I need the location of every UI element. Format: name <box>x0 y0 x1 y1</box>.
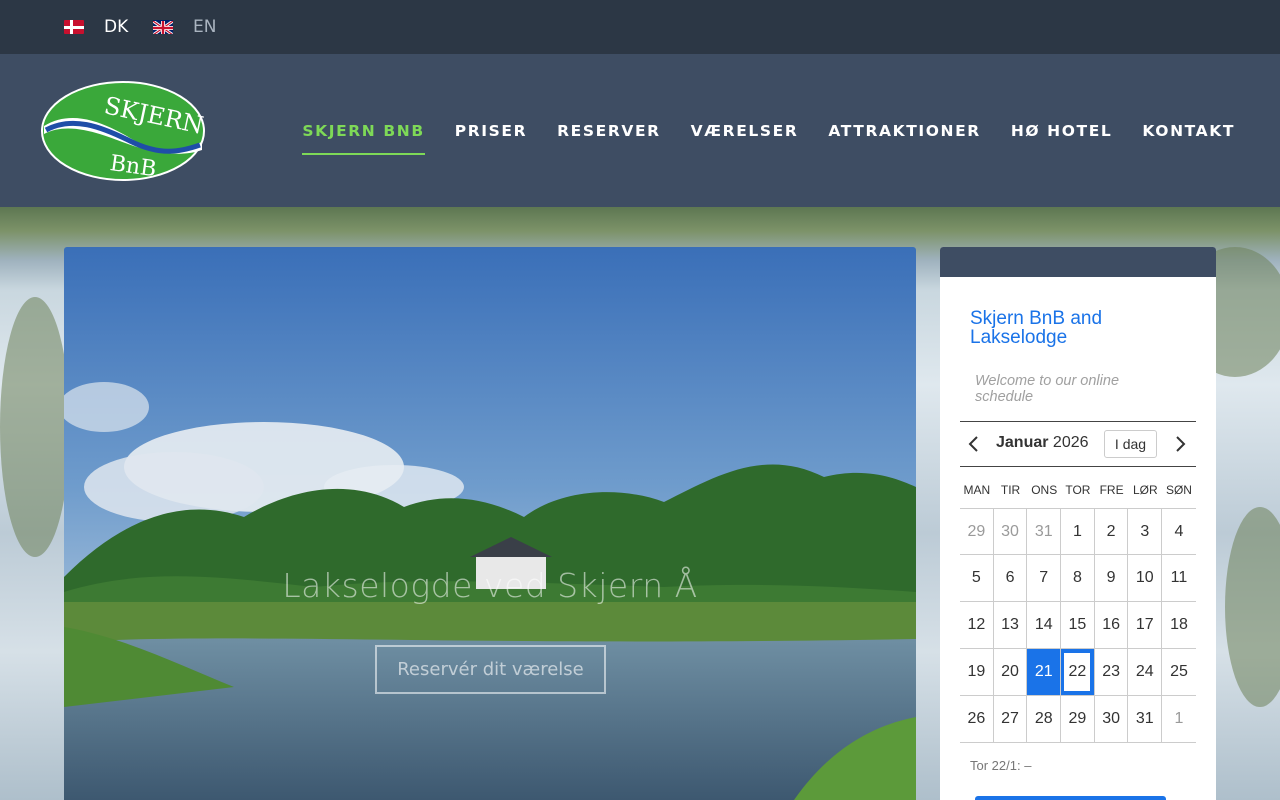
language-en-label: EN <box>193 17 217 37</box>
widget-title: Skjern BnB and Lakselodge <box>970 308 1103 348</box>
weekday-label: SØN <box>1165 483 1192 497</box>
calendar-day[interactable]: 24 <box>1128 649 1163 695</box>
nav-attraktioner[interactable]: ATTRAKTIONER <box>828 116 980 146</box>
calendar-day[interactable]: 27 <box>994 696 1028 742</box>
calendar-day[interactable]: 10 <box>1128 555 1163 601</box>
calendar-day[interactable]: 28 <box>1027 696 1062 742</box>
calendar-week-row: 19 20 21 22 23 24 25 <box>960 649 1196 696</box>
calendar-day[interactable]: 21 <box>1027 649 1062 695</box>
calendar-day[interactable]: 26 <box>960 696 994 742</box>
calendar-day[interactable]: 25 <box>1162 649 1196 695</box>
hero-image <box>64 247 916 800</box>
calendar-week-row: 5 6 7 8 9 10 11 <box>960 555 1196 602</box>
weekday-label: FRE <box>1099 483 1124 497</box>
weekday-label: LØR <box>1132 483 1158 497</box>
site-header: SKJERN BnB SKJERN BNB PRISER RESERVER VÆ… <box>0 54 1280 207</box>
nav-vaerelser[interactable]: VÆRELSER <box>691 116 799 146</box>
calendar-month: Januar <box>996 434 1049 451</box>
calendar-day[interactable]: 15 <box>1061 602 1095 648</box>
calendar-day[interactable]: 20 <box>994 649 1028 695</box>
calendar-day[interactable]: 29 <box>960 509 994 555</box>
calendar-day[interactable]: 5 <box>960 555 994 601</box>
calendar-week-row: 12 13 14 15 16 17 18 <box>960 602 1196 649</box>
nav-kontakt[interactable]: KONTAKT <box>1142 116 1235 146</box>
main-nav: SKJERN BNB PRISER RESERVER VÆRELSER ATTR… <box>272 54 1235 207</box>
calendar-grid: 29 30 31 1 2 3 4 5 6 7 8 9 10 11 12 13 14 15 16 17 18 19 20 21 2… <box>960 508 1196 743</box>
calendar-day[interactable]: 13 <box>994 602 1028 648</box>
reserve-room-button[interactable]: Reservér dit værelse <box>375 645 606 694</box>
booking-widget: Skjern BnB and Lakselodge Welcome to our… <box>940 247 1216 800</box>
calendar-day[interactable]: 8 <box>1061 555 1095 601</box>
widget-header-bar <box>940 247 1216 277</box>
calendar-day[interactable]: 29 <box>1061 696 1095 742</box>
calendar-weekdays: MAN TIR ONS TOR FRE LØR SØN <box>960 483 1196 497</box>
calendar-week-row: 26 27 28 29 30 31 1 <box>960 696 1196 743</box>
danish-flag-icon <box>64 20 84 34</box>
weekday-label: TOR <box>1065 483 1091 497</box>
calendar-month-year: Januar 2026 <box>996 434 1089 452</box>
nav-reserver[interactable]: RESERVER <box>557 116 661 146</box>
weekday-label: MAN <box>963 483 991 497</box>
calendar-day[interactable]: 23 <box>1095 649 1129 695</box>
calendar-day[interactable]: 3 <box>1128 509 1163 555</box>
calendar-day[interactable]: 6 <box>994 555 1028 601</box>
calendar-day[interactable]: 31 <box>1027 509 1062 555</box>
calendar-day[interactable]: 4 <box>1162 509 1196 555</box>
calendar-day[interactable]: 2 <box>1095 509 1129 555</box>
calendar-day[interactable]: 30 <box>1095 696 1129 742</box>
calendar-day[interactable]: 9 <box>1095 555 1129 601</box>
language-dk-label: DK <box>104 17 129 37</box>
calendar-day[interactable]: 19 <box>960 649 994 695</box>
calendar-day[interactable]: 18 <box>1162 602 1196 648</box>
nav-skjern-bnb[interactable]: SKJERN BNB <box>302 116 426 155</box>
calendar-day[interactable]: 14 <box>1027 602 1062 648</box>
calendar-day[interactable]: 11 <box>1162 555 1196 601</box>
calendar-day[interactable]: 7 <box>1027 555 1062 601</box>
hero-headline: Lakselogde ved Skjern Å <box>282 566 698 605</box>
calendar-year: 2026 <box>1052 434 1089 451</box>
site-logo[interactable]: SKJERN BnB <box>40 80 206 182</box>
weekday-label: ONS <box>1031 483 1058 497</box>
language-bar: DK EN <box>0 0 1280 54</box>
nav-hoe-hotel[interactable]: HØ HOTEL <box>1011 116 1113 146</box>
next-month-icon[interactable] <box>1170 434 1190 454</box>
weekday-label: TIR <box>1000 483 1021 497</box>
calendar-day[interactable]: 22 <box>1061 649 1095 695</box>
previous-month-icon[interactable] <box>964 434 984 454</box>
calendar-week-row: 29 30 31 1 2 3 4 <box>960 508 1196 555</box>
today-button[interactable]: I dag <box>1104 430 1157 458</box>
language-dk[interactable]: DK <box>64 0 128 54</box>
calendar-day[interactable]: 30 <box>994 509 1028 555</box>
nav-priser[interactable]: PRISER <box>455 116 527 146</box>
calendar-day[interactable]: 1 <box>1061 509 1095 555</box>
calendar-day[interactable]: 31 <box>1128 696 1163 742</box>
calendar-day[interactable]: 17 <box>1128 602 1163 648</box>
calendar-day[interactable]: 16 <box>1095 602 1129 648</box>
widget-subtitle: Welcome to our online schedule <box>975 373 1120 405</box>
widget-action-button[interactable] <box>975 796 1166 800</box>
language-en[interactable]: EN <box>153 0 216 54</box>
selected-day-info: Tor 22/1: – <box>970 758 1032 773</box>
uk-flag-icon <box>153 20 173 34</box>
calendar-day[interactable]: 12 <box>960 602 994 648</box>
calendar-header: Januar 2026 I dag <box>960 421 1196 467</box>
calendar-day[interactable]: 1 <box>1162 696 1196 742</box>
